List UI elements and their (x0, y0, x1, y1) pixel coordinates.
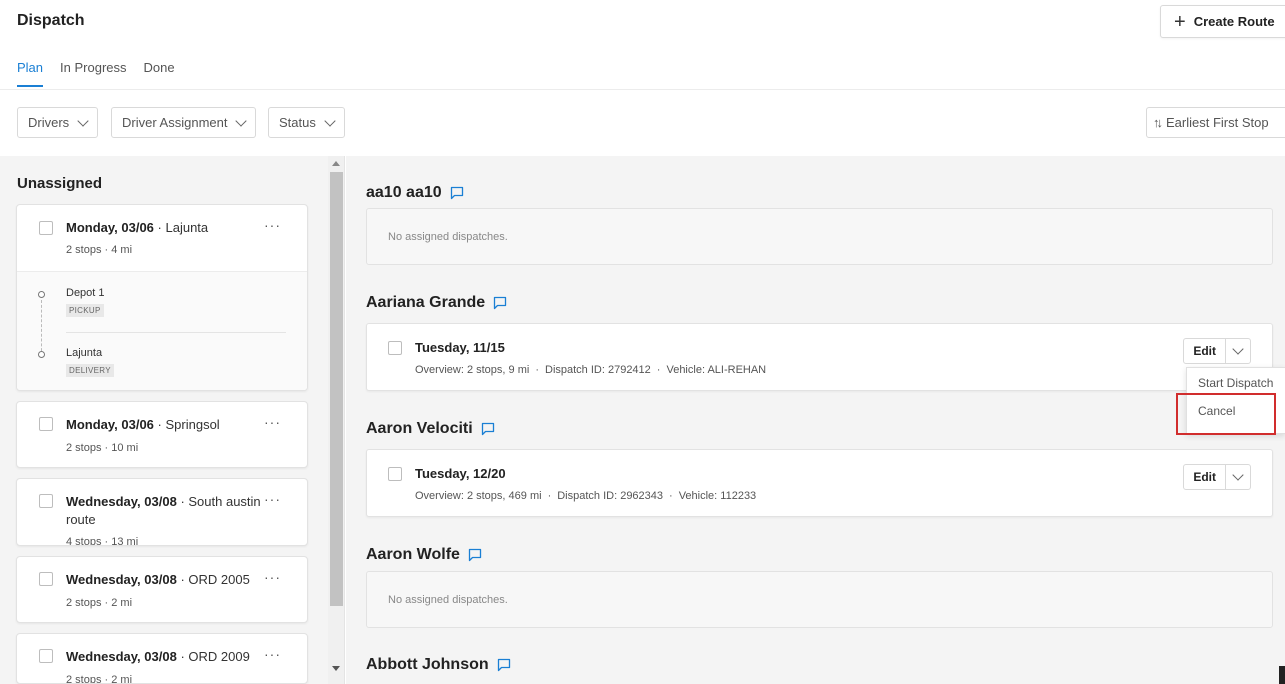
unassigned-title: Unassigned (17, 175, 103, 192)
chevron-down-icon (235, 114, 248, 127)
status-filter-label: Status (279, 115, 316, 130)
chat-bubble-icon[interactable] (497, 658, 511, 672)
stop-list: Depot 1 PICKUP Lajunta DELIVERY (17, 271, 307, 390)
stop-type-badge: DELIVERY (66, 364, 114, 377)
route-date: Wednesday, 03/08 · South austin (66, 494, 261, 509)
route-location-cont: route (66, 512, 96, 527)
chevron-down-icon (324, 114, 336, 127)
route-date: Monday, 03/06 · Springsol (66, 417, 220, 432)
stop-connector (41, 300, 42, 356)
stop-marker-icon (38, 291, 45, 298)
tab-done[interactable]: Done (144, 60, 175, 87)
route-meta: 4 stops · 13 mi (66, 536, 139, 546)
route-card[interactable]: Monday, 03/06 · Springsol ··· 2 stops · … (16, 401, 308, 468)
dispatch-date: Tuesday, 12/20 (415, 466, 506, 481)
driver-name: aa10 aa10 (366, 184, 464, 202)
edit-split-button: Edit (1183, 338, 1251, 364)
route-date: Monday, 03/06 · Lajunta (66, 220, 209, 235)
edit-dropdown-toggle[interactable] (1226, 339, 1250, 363)
route-card[interactable]: Wednesday, 03/08 · ORD 2009 ··· 2 stops … (16, 633, 308, 684)
route-date: Wednesday, 03/08 · ORD 2009 (66, 649, 250, 664)
empty-dispatch-box: No assigned dispatches. (366, 571, 1273, 628)
route-card[interactable]: Wednesday, 03/08 · South austin route ··… (16, 478, 308, 546)
tab-in-progress[interactable]: In Progress (60, 60, 126, 87)
chat-bubble-icon[interactable] (450, 186, 464, 200)
driver-assignment-filter-label: Driver Assignment (122, 115, 228, 130)
driver-name: Abbott Johnson (366, 656, 511, 674)
more-horizontal-icon[interactable]: ··· (264, 491, 281, 507)
dispatch-date: Tuesday, 11/15 (415, 340, 505, 355)
chat-bubble-icon[interactable] (493, 296, 507, 310)
chevron-down-icon (1232, 469, 1244, 481)
chevron-down-icon (77, 114, 89, 127)
route-meta: 2 stops · 10 mi (66, 442, 139, 454)
route-location: South austin (188, 494, 261, 509)
scrollbar-thumb[interactable] (330, 172, 343, 606)
dispatch-meta: Overview: 2 stops, 9 mi · Dispatch ID: 279… (415, 364, 767, 376)
dispatch-card[interactable]: Tuesday, 11/15 Overview: 2 stops, 9 mi · D… (366, 323, 1273, 391)
route-checkbox[interactable] (39, 417, 53, 431)
tabs-divider (0, 89, 1285, 90)
chevron-down-icon (1232, 343, 1244, 355)
stop-name: Lajunta (66, 347, 103, 359)
driver-name: Aariana Grande (366, 294, 507, 312)
corner-edge (1279, 666, 1285, 684)
stop-divider (66, 332, 286, 333)
stop-name: Depot 1 (66, 287, 105, 299)
edit-button[interactable]: Edit (1184, 339, 1226, 363)
dispatch-card[interactable]: Tuesday, 12/20 Overview: 2 stops, 469 mi… (366, 449, 1273, 517)
drivers-filter[interactable]: Drivers (17, 107, 99, 138)
more-horizontal-icon[interactable]: ··· (264, 569, 281, 585)
empty-dispatch-box: No assigned dispatches. (366, 208, 1273, 265)
dispatch-meta: Overview: 2 stops, 469 mi · Dispatch ID: 2… (415, 490, 757, 502)
route-checkbox[interactable] (39, 494, 53, 508)
route-location: Lajunta (165, 220, 209, 235)
highlight-box (1176, 393, 1276, 435)
menu-item-start-dispatch[interactable]: Start Dispatch (1198, 376, 1273, 390)
stop-marker-icon (38, 351, 45, 358)
edit-button[interactable]: Edit (1184, 465, 1226, 489)
create-route-label: Create Route (1193, 14, 1275, 29)
route-checkbox[interactable] (39, 649, 53, 663)
dispatch-checkbox[interactable] (388, 341, 402, 355)
more-horizontal-icon[interactable]: ··· (264, 646, 281, 662)
create-route-button[interactable]: + Create Route (1160, 5, 1285, 38)
route-meta: 2 stops · 4 mi (66, 244, 133, 256)
edit-split-button: Edit (1183, 464, 1251, 490)
more-horizontal-icon[interactable]: ··· (264, 217, 281, 233)
driver-name: Aaron Velociti (366, 420, 495, 438)
stop-type-badge: PICKUP (66, 304, 104, 317)
sort-button[interactable]: ↑↓ Earliest First Stop (1146, 107, 1285, 138)
tab-bar: Plan In Progress Done (17, 60, 192, 87)
edit-dropdown-toggle[interactable] (1226, 465, 1250, 489)
route-location: Springsol (165, 417, 220, 432)
route-meta: 2 stops · 2 mi (66, 597, 133, 609)
route-date: Wednesday, 03/08 · ORD 2005 (66, 572, 250, 587)
route-card[interactable]: Monday, 03/06 · Lajunta ··· 2 stops · 4 … (16, 204, 308, 391)
more-horizontal-icon[interactable]: ··· (264, 414, 281, 430)
driver-assignment-filter[interactable]: Driver Assignment (111, 107, 257, 138)
chat-bubble-icon[interactable] (481, 422, 495, 436)
dispatch-checkbox[interactable] (388, 467, 402, 481)
route-location: ORD 2005 (188, 572, 250, 587)
scroll-down-icon[interactable] (332, 666, 340, 671)
page-title: Dispatch (17, 12, 85, 29)
sort-label: Earliest First Stop (1166, 115, 1269, 130)
route-checkbox[interactable] (39, 221, 53, 235)
chat-bubble-icon[interactable] (468, 548, 482, 562)
status-filter[interactable]: Status (268, 107, 345, 138)
tab-plan[interactable]: Plan (17, 60, 44, 87)
sort-arrows-icon: ↑↓ (1153, 115, 1163, 130)
route-card[interactable]: Wednesday, 03/08 · ORD 2005 ··· 2 stops … (16, 556, 308, 623)
plus-icon: + (1174, 10, 1186, 33)
route-checkbox[interactable] (39, 572, 53, 586)
route-meta: 2 stops · 2 mi (66, 674, 133, 684)
scroll-up-icon[interactable] (332, 161, 340, 166)
drivers-filter-label: Drivers (28, 115, 70, 130)
route-location: ORD 2009 (188, 649, 250, 664)
driver-name: Aaron Wolfe (366, 546, 482, 564)
